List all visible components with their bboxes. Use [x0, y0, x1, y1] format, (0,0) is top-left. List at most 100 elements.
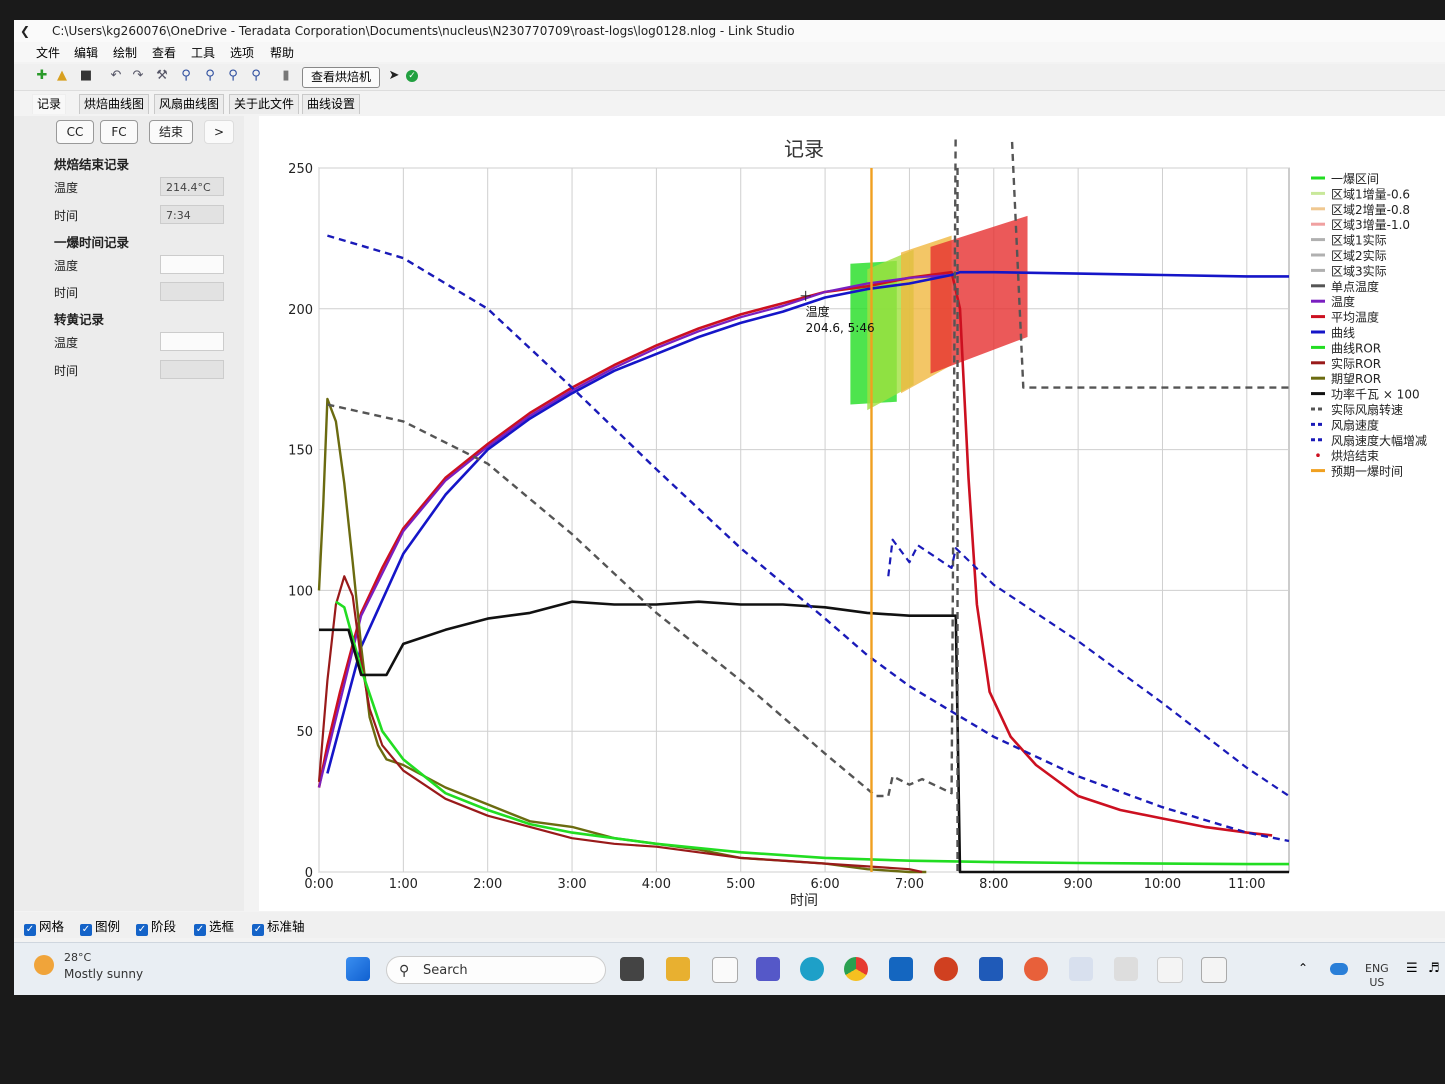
selection-box-checkbox-label: 选框 [209, 919, 235, 934]
taskbar: 28°C Mostly sunny ⚲ Search ⌃ ENG US ☰ ♬ [14, 942, 1445, 995]
legend-label: 预期一爆时间 [1331, 465, 1403, 479]
grid-checkbox[interactable]: ✓ 网格 [24, 916, 64, 936]
weather-sun-icon[interactable] [34, 955, 54, 975]
app-asterisk-icon[interactable] [1024, 957, 1048, 981]
edge-icon[interactable] [800, 957, 824, 981]
zoom-in-icon[interactable]: ⚲ [202, 68, 218, 84]
x-tick-label: 1:00 [389, 877, 418, 892]
tab-curve-settings[interactable]: 曲线设置 [302, 94, 361, 114]
zoom-out-icon[interactable]: ⚲ [225, 68, 241, 84]
y-tick-label: 0 [305, 866, 313, 881]
checkmark-icon: ✓ [80, 924, 92, 936]
roast-end-temp-label: 温度 [54, 181, 79, 195]
word-icon[interactable] [979, 957, 1003, 981]
wrench-icon[interactable]: ⚒ [154, 68, 170, 84]
legend-label: 曲线ROR [1331, 341, 1381, 355]
yellowing-heading: 转黄记录 [54, 312, 105, 327]
menu-help[interactable]: 帮助 [270, 44, 294, 61]
menu-options[interactable]: 选项 [230, 44, 254, 61]
search-placeholder: Search [423, 963, 468, 978]
x-axis-label: 时间 [790, 893, 818, 909]
tab-log[interactable]: 记录 [32, 94, 67, 114]
powerpoint-icon[interactable] [934, 957, 958, 981]
volume-icon[interactable]: ♬ [1428, 961, 1444, 977]
link-studio-taskbar-icon[interactable] [1201, 957, 1227, 983]
first-crack-temp-field[interactable] [160, 255, 224, 274]
menu-draw[interactable]: 绘制 [113, 44, 137, 61]
menu-tools[interactable]: 工具 [191, 44, 215, 61]
back-arrow-icon[interactable]: ❮ [20, 20, 30, 42]
teams-icon[interactable] [756, 957, 780, 981]
roast-end-time-label: 时间 [54, 209, 79, 223]
tab-about-file[interactable]: 关于此文件 [229, 94, 300, 114]
open-folder-icon[interactable]: ▲ [54, 68, 70, 84]
first-crack-temp-label: 温度 [54, 259, 79, 273]
x-tick-label: 7:00 [895, 877, 924, 892]
roast-end-temp-field[interactable]: 214.4°C [160, 177, 224, 196]
chrome-icon[interactable] [844, 957, 868, 981]
zoom-reset-icon[interactable]: ⚲ [248, 68, 264, 84]
yellowing-time-field[interactable] [160, 360, 224, 379]
first-crack-time-label: 时间 [54, 286, 79, 300]
legend-label: 温度 [1331, 294, 1355, 309]
app-red-icon[interactable] [1114, 957, 1138, 981]
zoom-fit-icon[interactable]: ⚲ [178, 68, 194, 84]
y-tick-label: 200 [288, 303, 313, 318]
x-tick-label: 5:00 [726, 877, 755, 892]
standard-axis-checkbox[interactable]: ✓ 标准轴 [252, 916, 305, 936]
menu-view[interactable]: 查看 [152, 44, 176, 61]
end-button[interactable]: 结束 [149, 120, 193, 144]
selection-box-checkbox[interactable]: ✓ 选框 [194, 916, 234, 936]
yellowing-time-label: 时间 [54, 364, 79, 378]
roast-end-time-field[interactable]: 7:34 [160, 205, 224, 224]
weather-description[interactable]: Mostly sunny [64, 967, 143, 981]
tab-roast-curve[interactable]: 烘焙曲线图 [79, 94, 150, 114]
onedrive-icon[interactable] [1330, 963, 1348, 975]
save-icon[interactable]: ■ [78, 68, 94, 84]
standard-axis-checkbox-label: 标准轴 [267, 919, 305, 934]
menu-file[interactable]: 文件 [36, 44, 60, 61]
legend-label: 实际ROR [1331, 356, 1381, 371]
windows-start-icon[interactable] [346, 957, 370, 981]
chevron-up-icon[interactable]: ⌃ [1296, 961, 1310, 975]
roast-chart[interactable]: 0:00 1:00 2:00 3:00 4:00 5:00 6:00 7:00 8:00 9:00… [259, 110, 1445, 911]
wifi-icon[interactable]: ☰ [1406, 961, 1422, 977]
checkmark-icon: ✓ [24, 924, 36, 936]
phase-checkbox[interactable]: ✓ 阶段 [136, 916, 176, 936]
x-tick-label: 4:00 [642, 877, 671, 892]
checkmark-icon: ✓ [136, 924, 148, 936]
weather-temperature[interactable]: 28°C [64, 951, 91, 964]
plug-icon[interactable]: ➤ [386, 68, 402, 84]
task-view-icon[interactable] [620, 957, 644, 981]
outlook-icon[interactable] [889, 957, 913, 981]
legend-label: 区域2实际 [1331, 248, 1387, 263]
next-button[interactable]: > [204, 120, 234, 144]
chart-area: 0:00 1:00 2:00 3:00 4:00 5:00 6:00 7:00 8:00 9:00… [259, 110, 1445, 911]
new-file-icon[interactable]: ✚ [34, 68, 50, 84]
tab-fan-curve[interactable]: 风扇曲线图 [154, 94, 225, 114]
cc-button[interactable]: CC [56, 120, 94, 144]
fc-button[interactable]: FC [100, 120, 138, 144]
grid-checkbox-label: 网格 [39, 919, 65, 934]
undo-icon[interactable]: ↶ [108, 68, 124, 84]
yellowing-temp-field[interactable] [160, 332, 224, 351]
legend-checkbox[interactable]: ✓ 图例 [80, 916, 120, 936]
app-white-icon[interactable] [1157, 957, 1183, 983]
tab-bar: 记录 烘焙曲线图 风扇曲线图 关于此文件 曲线设置 [14, 92, 1445, 114]
first-crack-time-field[interactable] [160, 282, 224, 301]
snipping-tool-icon[interactable] [1069, 957, 1093, 981]
notepad-icon[interactable] [712, 957, 738, 983]
usb-icon[interactable]: ▮ [278, 68, 294, 84]
x-tick-label: 6:00 [810, 877, 839, 892]
redo-icon[interactable]: ↷ [130, 68, 146, 84]
taskbar-search[interactable]: ⚲ Search [386, 956, 606, 984]
legend-label: 烘焙结束 [1331, 448, 1379, 463]
y-tick-label: 150 [288, 444, 313, 459]
y-tick-label: 250 [288, 162, 313, 177]
menu-edit[interactable]: 编辑 [74, 44, 98, 61]
view-roaster-button[interactable]: 查看烘焙机 [302, 67, 381, 88]
input-language[interactable]: ENG US [1365, 962, 1389, 990]
legend-label: 实际风扇转速 [1331, 402, 1403, 417]
checkmark-icon: ✓ [252, 924, 264, 936]
file-explorer-icon[interactable] [666, 957, 690, 981]
